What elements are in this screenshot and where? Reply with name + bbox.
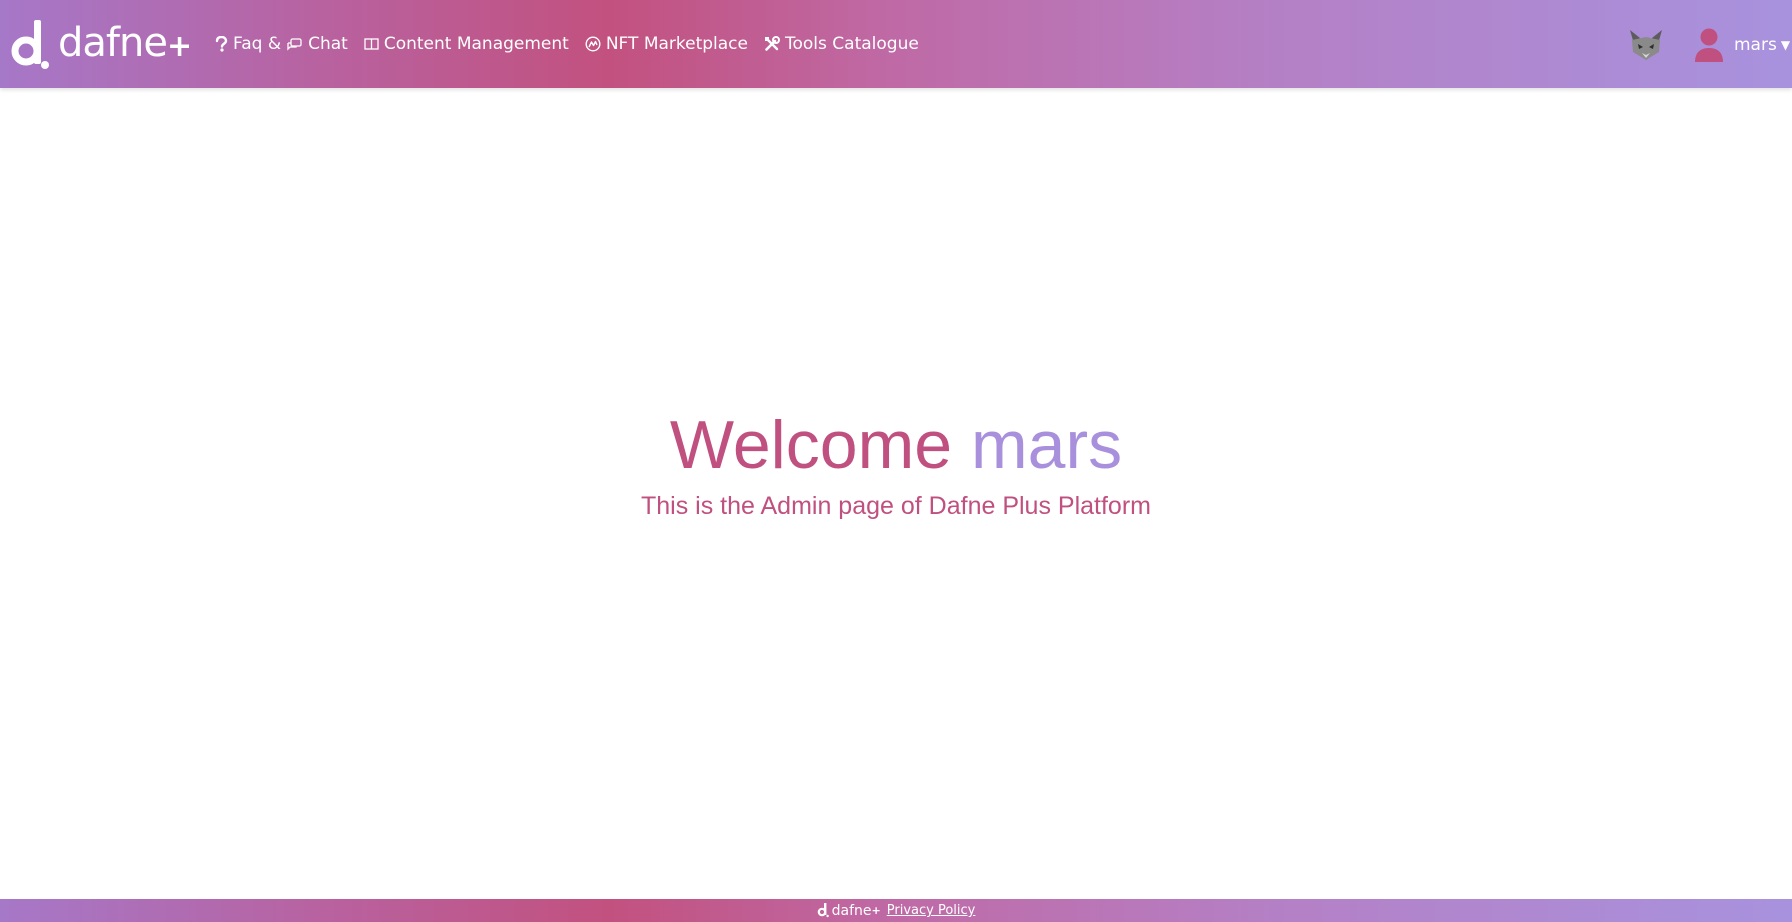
marketplace-icon — [585, 36, 601, 52]
welcome-username: mars — [970, 407, 1123, 483]
user-name: mars — [1734, 35, 1777, 55]
nav-content-label: Content Management — [383, 34, 569, 54]
nav-nft-marketplace[interactable]: NFT Marketplace — [585, 34, 748, 54]
user-icon — [1695, 28, 1723, 62]
top-navbar: dafne+ Faq & Chat Content Management NFT… — [0, 0, 1792, 88]
main-nav: Faq & Chat Content Management NFT Market… — [215, 0, 935, 88]
nav-chat-label: Chat — [308, 34, 348, 54]
privacy-policy-link[interactable]: Privacy Policy — [887, 903, 976, 918]
nav-faq-label: Faq & — [233, 34, 282, 54]
brand-name: dafne+ — [58, 20, 192, 66]
nav-faq-chat[interactable]: Faq & Chat — [215, 34, 348, 54]
brand-logo[interactable]: dafne+ — [8, 18, 192, 72]
nav-content-management[interactable]: Content Management — [364, 34, 569, 54]
welcome-heading: Welcome mars — [0, 405, 1792, 485]
nav-tools-label: Tools Catalogue — [785, 34, 919, 54]
footer: dafne + Privacy Policy — [0, 899, 1792, 922]
tools-icon — [765, 36, 780, 51]
footer-logo: dafne + — [817, 903, 881, 919]
chat-icon — [287, 37, 302, 51]
dafne-logo-mark-icon — [817, 903, 829, 918]
caret-down-icon: ▼ — [1780, 38, 1791, 52]
nav-nft-label: NFT Marketplace — [605, 34, 748, 54]
welcome-word: Welcome — [669, 407, 953, 483]
metamask-fox-icon[interactable] — [1628, 28, 1664, 62]
user-menu-toggle[interactable]: mars ▼ — [1694, 26, 1790, 64]
admin-subtitle: This is the Admin page of Dafne Plus Pla… — [641, 492, 1151, 520]
nav-tools-catalogue[interactable]: Tools Catalogue — [764, 34, 919, 54]
dafne-logo-mark-icon — [11, 20, 49, 69]
book-icon — [364, 38, 379, 50]
question-icon — [215, 36, 228, 52]
